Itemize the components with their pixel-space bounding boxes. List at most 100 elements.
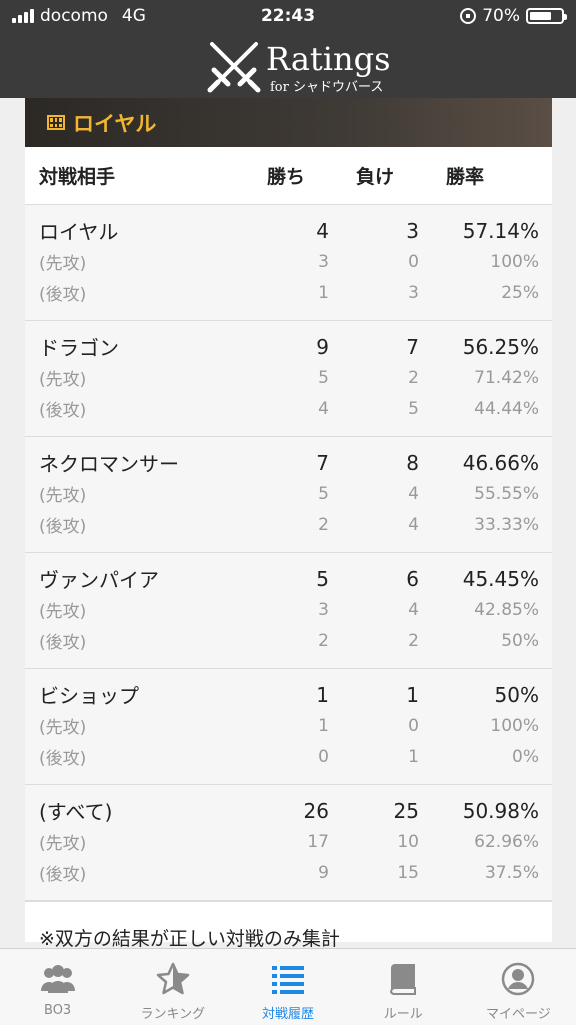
second-wins: 2 xyxy=(318,630,329,651)
first-losses: 10 xyxy=(397,831,419,852)
table-row-total: (すべて) 26 25 50.98% (先攻) 17 10 62.96% (後攻… xyxy=(25,785,552,901)
book-icon xyxy=(390,964,417,996)
second-losses: 15 xyxy=(397,862,419,883)
table-row: ビショップ 1 1 50% (先攻) 1 0 100% (後攻) 0 1 0% xyxy=(25,669,552,785)
second-wins: 2 xyxy=(318,514,329,535)
table-row: ドラゴン 9 7 56.25% (先攻) 5 2 71.42% (後攻) 4 5… xyxy=(25,321,552,437)
first-label: (先攻) xyxy=(39,834,87,854)
first-rate: 62.96% xyxy=(474,831,539,852)
first-label: (先攻) xyxy=(39,370,87,390)
first-rate: 71.42% xyxy=(474,367,539,388)
row-first: (先攻) 3 4 42.85% xyxy=(25,594,552,625)
tab-mypage[interactable]: マイページ xyxy=(461,949,576,1025)
second-wins: 0 xyxy=(318,746,329,767)
rate-value: 56.25% xyxy=(462,334,539,359)
losses-value: 3 xyxy=(406,218,419,243)
second-rate: 0% xyxy=(512,746,539,767)
wins-value: 7 xyxy=(316,450,329,475)
row-total: ロイヤル 4 3 57.14% xyxy=(25,215,552,246)
first-wins: 3 xyxy=(318,251,329,272)
opponent-name: ヴァンパイア xyxy=(39,568,159,592)
tab-label: ルール xyxy=(383,1007,423,1022)
losses-value: 8 xyxy=(406,450,419,475)
first-wins: 5 xyxy=(318,367,329,388)
first-losses: 0 xyxy=(408,251,419,272)
second-label: (後攻) xyxy=(39,633,87,653)
section-header: ロイヤル xyxy=(25,98,552,147)
losses-value: 1 xyxy=(406,682,419,707)
row-first: (先攻) 3 0 100% xyxy=(25,246,552,277)
row-total: ヴァンパイア 5 6 45.45% xyxy=(25,563,552,594)
column-wins: 勝ち xyxy=(267,166,306,188)
tab-match-history[interactable]: 対戦履歴 xyxy=(230,949,345,1025)
second-wins: 1 xyxy=(318,282,329,303)
logo-title: Ratings xyxy=(266,40,391,78)
first-rate: 42.85% xyxy=(474,599,539,620)
wins-value: 1 xyxy=(316,682,329,707)
first-rate: 100% xyxy=(490,251,539,272)
second-label: (後攻) xyxy=(39,865,87,885)
second-losses: 2 xyxy=(408,630,419,651)
tab-bo3[interactable]: BO3 xyxy=(0,949,115,1025)
rotation-lock-icon xyxy=(460,8,477,24)
row-total: ドラゴン 9 7 56.25% xyxy=(25,331,552,362)
first-wins: 3 xyxy=(318,599,329,620)
first-wins: 17 xyxy=(307,831,329,852)
battery-icon xyxy=(526,8,567,24)
second-rate: 37.5% xyxy=(484,862,539,883)
results-panel: ロイヤル 対戦相手 勝ち 負け 勝率 ロイヤル 4 3 57.14% (先攻) … xyxy=(25,98,552,948)
opponent-name: ロイヤル xyxy=(39,220,119,244)
second-losses: 1 xyxy=(408,746,419,767)
row-second: (後攻) 1 3 25% xyxy=(25,277,552,308)
second-rate: 33.33% xyxy=(474,514,539,535)
row-first: (先攻) 1 0 100% xyxy=(25,710,552,741)
tab-ranking[interactable]: ランキング xyxy=(115,949,230,1025)
tab-rules[interactable]: ルール xyxy=(346,949,461,1025)
losses-value: 7 xyxy=(406,334,419,359)
table-row: ヴァンパイア 5 6 45.45% (先攻) 3 4 42.85% (後攻) 2… xyxy=(25,553,552,669)
rate-value: 50.98% xyxy=(462,798,539,823)
column-rate: 勝率 xyxy=(446,166,485,188)
first-rate: 55.55% xyxy=(474,483,539,504)
footnote: ※双方の結果が正しい対戦のみ集計 xyxy=(25,901,552,948)
opponent-name: ネクロマンサー xyxy=(39,452,179,476)
second-wins: 4 xyxy=(318,398,329,419)
second-rate: 44.44% xyxy=(474,398,539,419)
user-icon xyxy=(502,962,535,996)
first-losses: 4 xyxy=(408,483,419,504)
column-losses: 負け xyxy=(356,166,395,188)
second-wins: 9 xyxy=(318,862,329,883)
rate-value: 46.66% xyxy=(462,450,539,475)
row-second: (後攻) 2 4 33.33% xyxy=(25,509,552,540)
first-losses: 2 xyxy=(408,367,419,388)
status-bar: docomo 4G 22:43 70% xyxy=(0,0,576,34)
row-second: (後攻) 4 5 44.44% xyxy=(25,393,552,424)
wins-value: 4 xyxy=(316,218,329,243)
tab-label: 対戦履歴 xyxy=(262,1007,315,1022)
table-row: ロイヤル 4 3 57.14% (先攻) 3 0 100% (後攻) 1 3 2… xyxy=(25,205,552,321)
first-wins: 1 xyxy=(318,715,329,736)
section-title: ロイヤル xyxy=(73,111,157,136)
column-opponent: 対戦相手 xyxy=(39,166,116,188)
wins-value: 9 xyxy=(316,334,329,359)
first-label: (先攻) xyxy=(39,486,87,506)
app-logo[interactable]: Ratings for シャドウバース xyxy=(204,38,391,95)
tab-label: マイページ xyxy=(486,1007,551,1022)
first-label: (先攻) xyxy=(39,718,87,738)
row-total: ビショップ 1 1 50% xyxy=(25,679,552,710)
first-losses: 4 xyxy=(408,599,419,620)
star-icon xyxy=(156,962,190,995)
row-second: (後攻) 2 2 50% xyxy=(25,625,552,656)
crossed-swords-icon xyxy=(207,42,261,93)
second-losses: 5 xyxy=(408,398,419,419)
row-first: (先攻) 5 2 71.42% xyxy=(25,362,552,393)
footnote-text: ※双方の結果が正しい対戦のみ集計 xyxy=(39,928,340,948)
rate-value: 57.14% xyxy=(462,218,539,243)
first-rate: 100% xyxy=(490,715,539,736)
tab-label: ランキング xyxy=(140,1007,206,1022)
first-label: (先攻) xyxy=(39,254,87,274)
second-label: (後攻) xyxy=(39,517,87,537)
opponent-name: ビショップ xyxy=(39,684,139,708)
tab-label: BO3 xyxy=(44,1003,72,1018)
logo-subtitle: for シャドウバース xyxy=(270,80,384,95)
